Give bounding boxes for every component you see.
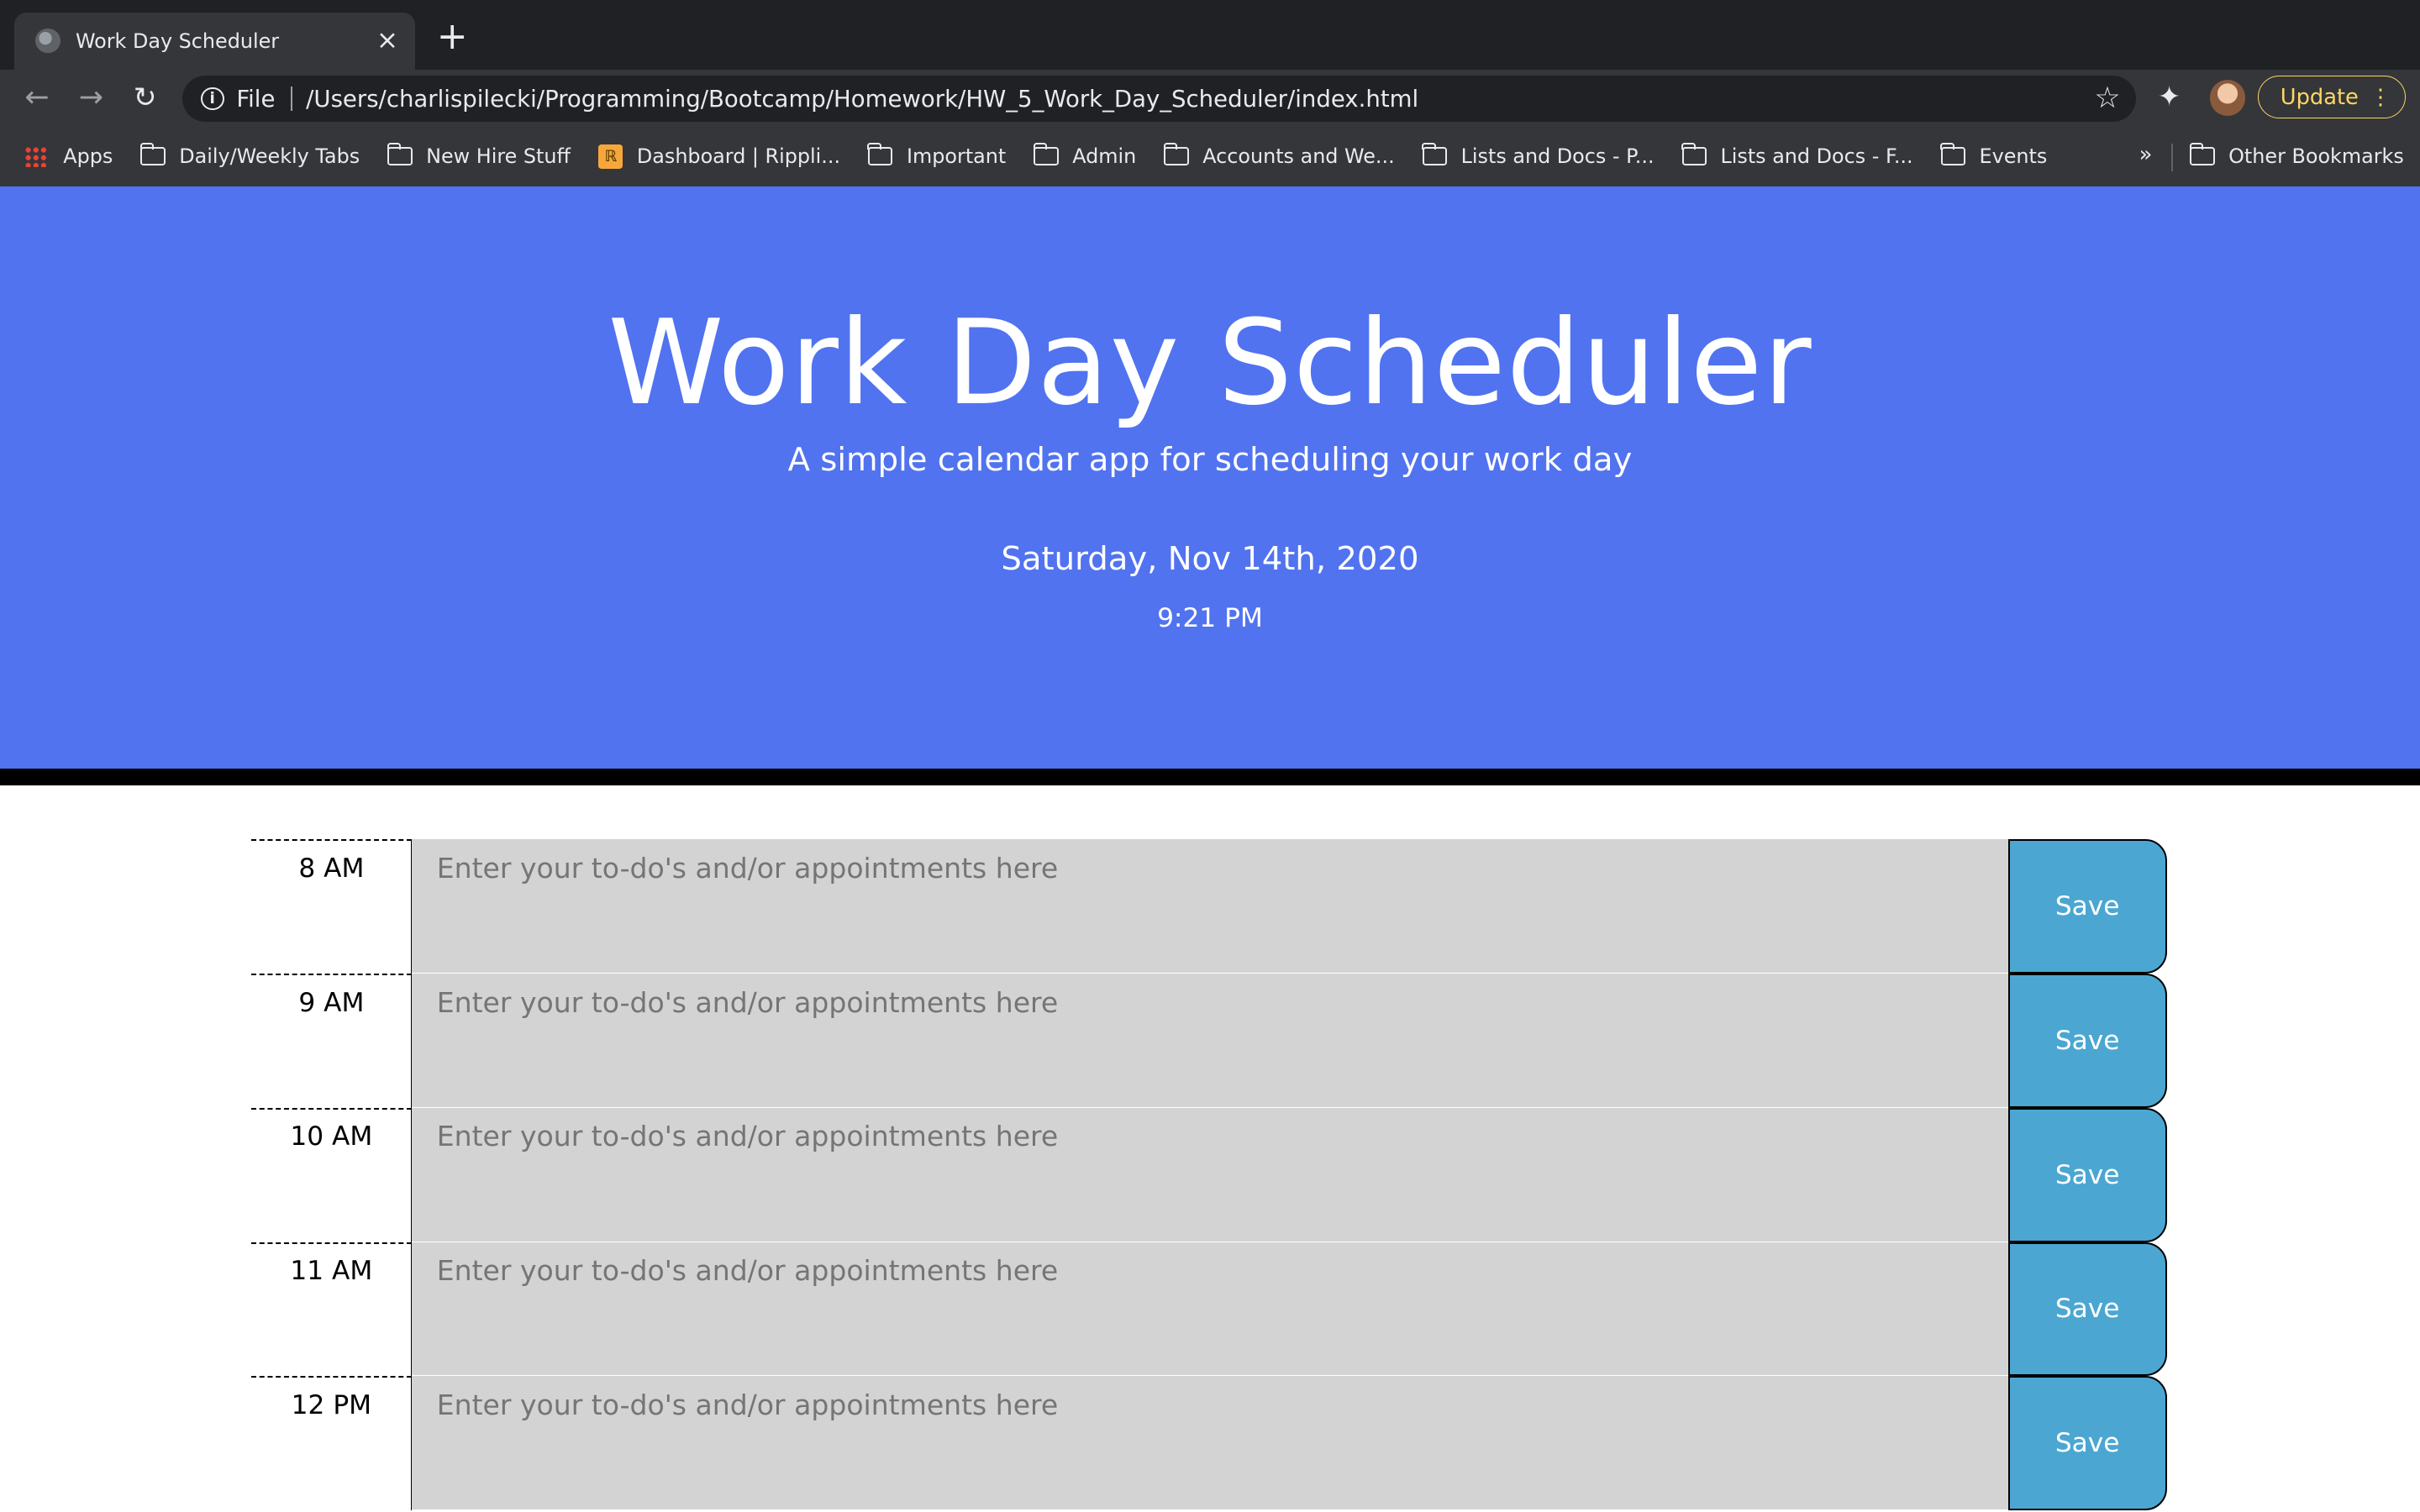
current-time: 9:21 PM (1157, 603, 1263, 634)
folder-icon (2189, 143, 2215, 166)
hour-label: 9 AM (251, 973, 413, 1108)
bookmark-label: Lists and Docs - F... (1720, 144, 1913, 169)
address-bar[interactable]: i File /Users/charlispilecki/Programming… (182, 75, 2136, 123)
update-button[interactable]: Update ⋮ (2258, 75, 2407, 119)
folder-icon (387, 143, 413, 166)
bookmark-label: Apps (63, 144, 113, 169)
forward-icon[interactable]: → (74, 81, 108, 114)
bookmark-label: Admin (1072, 144, 1137, 169)
back-icon[interactable]: ← (20, 81, 54, 114)
time-block: 12 PM Save (251, 1376, 2167, 1511)
page-subtitle: A simple calendar app for scheduling you… (787, 441, 1633, 480)
info-icon[interactable]: i (200, 87, 224, 111)
bookmarks-overflow-button[interactable]: » (2139, 142, 2153, 167)
page-header: Work Day Scheduler A simple calendar app… (0, 186, 2420, 785)
hour-label: 12 PM (251, 1376, 413, 1511)
time-block: 11 AM Save (251, 1242, 2167, 1377)
reload-icon[interactable]: ↻ (128, 81, 161, 114)
bookmark-label: Events (1979, 144, 2048, 169)
url-scheme: File (236, 85, 276, 113)
save-button[interactable]: Save (2007, 1242, 2167, 1377)
event-description-input[interactable] (412, 1242, 2008, 1377)
save-button[interactable]: Save (2007, 973, 2167, 1108)
event-description-input[interactable] (412, 1107, 2008, 1242)
bookmark-label: New Hire Stuff (426, 144, 571, 169)
update-label: Update (2280, 84, 2359, 110)
bookmark-label: Important (907, 144, 1007, 169)
folder-icon (1681, 143, 1707, 166)
hour-label: 8 AM (251, 839, 413, 974)
bookmark-label: Dashboard | Rippli... (636, 144, 841, 169)
bookmark-new-hire-stuff[interactable]: New Hire Stuff (387, 143, 571, 169)
event-description-input[interactable] (412, 1376, 2008, 1511)
divider (2171, 143, 2174, 171)
bookmark-label: Lists and Docs - P... (1460, 144, 1655, 169)
save-button[interactable]: Save (2007, 1107, 2167, 1242)
browser-toolbar: ← → ↻ i File /Users/charlispilecki/Progr… (0, 69, 2420, 127)
bookmark-apps[interactable]: Apps (0, 144, 113, 168)
browser-tab[interactable]: Work Day Scheduler × (13, 12, 416, 70)
globe-icon (35, 28, 60, 54)
bookmarks-bar: Apps Daily/Weekly Tabs New Hire Stuff ℝ … (0, 126, 2420, 187)
new-tab-icon[interactable]: + (437, 18, 468, 55)
time-block: 9 AM Save (251, 973, 2167, 1108)
folder-icon (1033, 143, 1059, 166)
other-bookmarks[interactable]: Other Bookmarks (2189, 127, 2404, 187)
bookmark-lists-docs-f[interactable]: Lists and Docs - F... (1681, 143, 1913, 169)
close-icon[interactable]: × (375, 27, 399, 53)
bookmark-dashboard-rippling[interactable]: ℝ Dashboard | Rippli... (598, 144, 841, 170)
avatar[interactable] (2210, 80, 2246, 116)
bookmark-daily-weekly-tabs[interactable]: Daily/Weekly Tabs (139, 143, 360, 169)
save-button[interactable]: Save (2007, 1376, 2167, 1511)
star-icon[interactable]: ☆ (2094, 81, 2120, 115)
event-description-input[interactable] (412, 839, 2008, 974)
hour-label: 10 AM (251, 1107, 413, 1242)
event-description-input[interactable] (412, 973, 2008, 1108)
other-bookmarks-label: Other Bookmarks (2228, 144, 2404, 169)
bookmark-accounts[interactable]: Accounts and We... (1163, 143, 1395, 169)
schedule-container: 8 AM Save 9 AM Save 10 AM Save 11 AM Sav… (251, 839, 2167, 1511)
page-title: Work Day Scheduler (608, 293, 1812, 431)
tab-strip: Work Day Scheduler × + (0, 0, 2420, 70)
folder-icon (1939, 143, 1966, 166)
folder-icon (1163, 143, 1189, 166)
url-text[interactable]: /Users/charlispilecki/Programming/Bootca… (306, 86, 1418, 113)
folder-icon (139, 143, 166, 166)
time-block: 8 AM Save (251, 839, 2167, 974)
bookmark-admin[interactable]: Admin (1033, 143, 1137, 169)
bookmark-lists-docs-p[interactable]: Lists and Docs - P... (1421, 143, 1655, 169)
current-date: Saturday, Nov 14th, 2020 (1001, 539, 1419, 578)
bookmark-label: Daily/Weekly Tabs (179, 144, 360, 169)
time-block: 10 AM Save (251, 1107, 2167, 1242)
bookmark-important[interactable]: Important (867, 143, 1007, 169)
folder-icon (1421, 143, 1448, 166)
folder-icon (867, 143, 893, 166)
bookmark-events[interactable]: Events (1939, 143, 2048, 169)
divider (290, 86, 292, 112)
tab-title: Work Day Scheduler (75, 29, 280, 53)
hour-label: 11 AM (251, 1242, 413, 1377)
more-icon: ⋮ (2370, 84, 2391, 110)
save-button[interactable]: Save (2007, 839, 2167, 974)
rippling-icon: ℝ (598, 144, 623, 170)
extensions-icon[interactable]: ✦ (2158, 80, 2181, 113)
bookmark-label: Accounts and We... (1202, 144, 1395, 169)
apps-grid-icon (24, 145, 47, 168)
